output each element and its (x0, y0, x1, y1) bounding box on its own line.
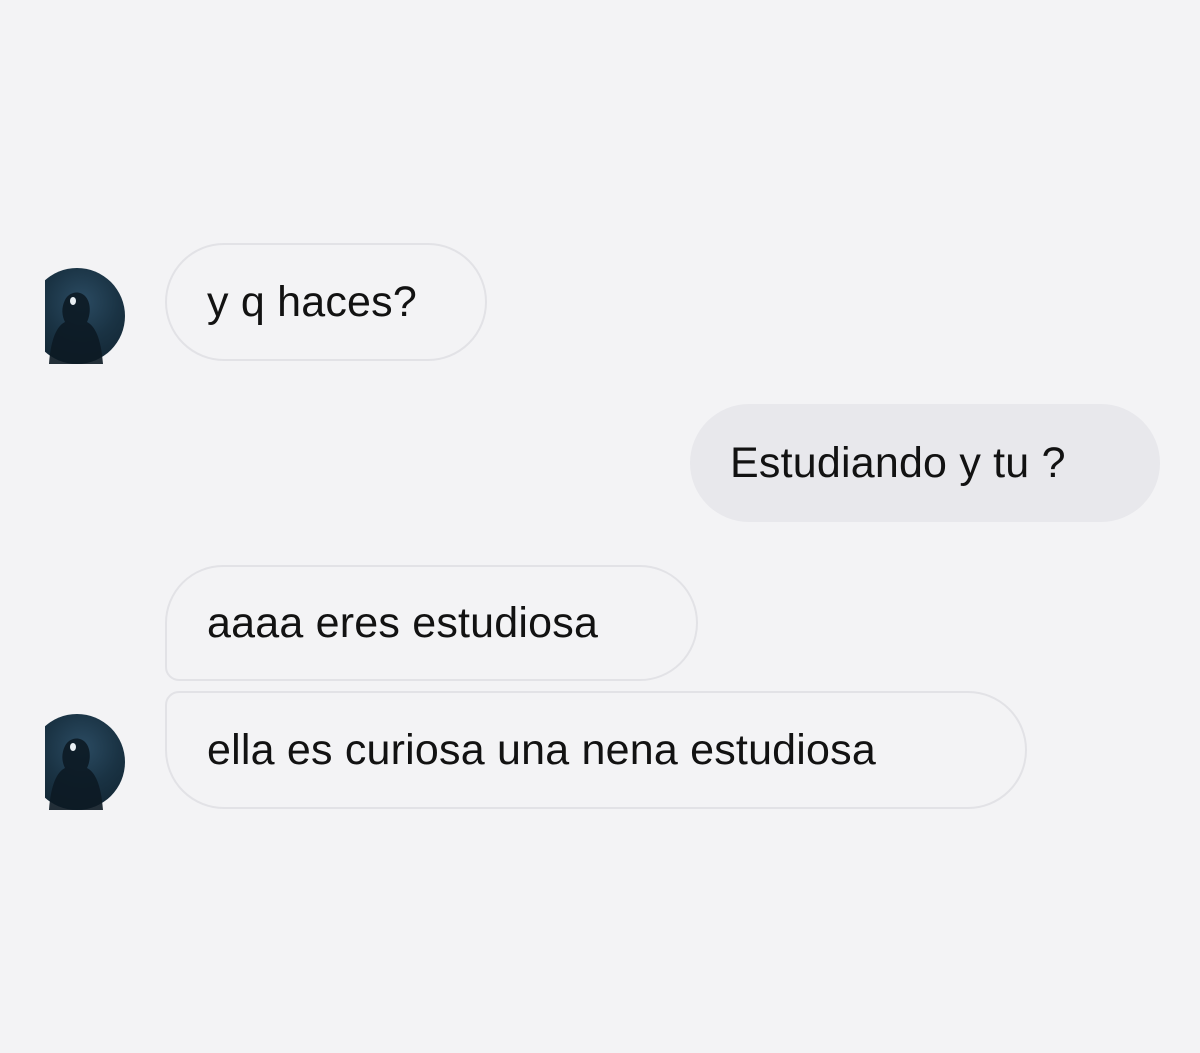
hooded-figure-icon (49, 292, 103, 364)
message-text: ella es curiosa una nena estudiosa (207, 725, 876, 774)
message-text: aaaa eres estudiosa (207, 598, 599, 647)
contact-avatar[interactable] (45, 268, 125, 364)
chat-thread: y q haces? Estudiando y tu ? aaaa eres e… (0, 0, 1200, 1053)
message-text: y q haces? (207, 277, 417, 326)
message-bubble-incoming[interactable]: aaaa eres estudiosa (165, 565, 698, 681)
message-bubble-incoming[interactable]: ella es curiosa una nena estudiosa (165, 691, 1027, 809)
message-bubble-incoming[interactable]: y q haces? (165, 243, 487, 361)
contact-avatar[interactable] (45, 714, 125, 810)
hooded-figure-icon (49, 738, 103, 810)
message-text: Estudiando y tu ? (730, 438, 1066, 487)
message-bubble-outgoing[interactable]: Estudiando y tu ? (690, 404, 1160, 522)
